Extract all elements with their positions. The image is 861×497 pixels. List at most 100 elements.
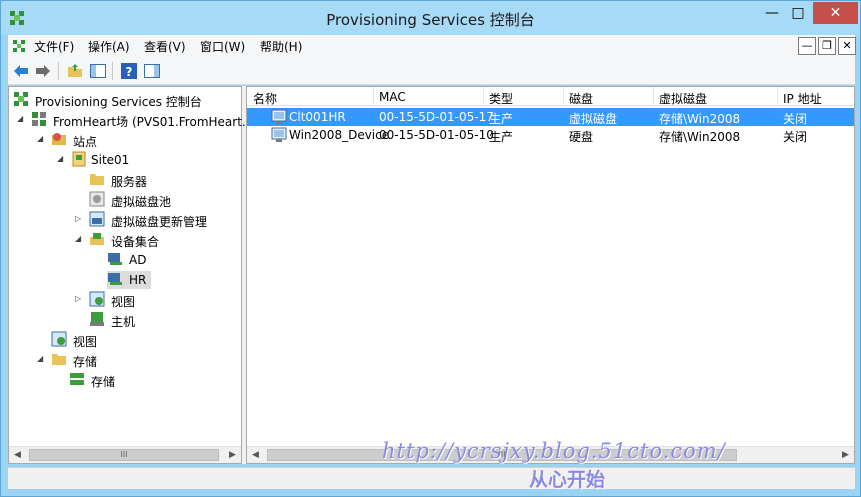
menu-action[interactable]: 操作(A): [88, 38, 130, 55]
target-device-icon: [271, 109, 287, 124]
menu-window[interactable]: 窗口(W): [200, 38, 245, 55]
table-row[interactable]: Clt001HR 00-15-5D-01-05-17 生产 虚拟磁盘 存储\Wi…: [247, 108, 854, 126]
servers-folder-icon: [90, 174, 104, 185]
hosts-icon: [90, 312, 104, 326]
tree-hosts[interactable]: 主机: [89, 311, 169, 329]
provisioning-services-icon: [14, 92, 28, 106]
tree-stores[interactable]: ◢ 存储: [37, 351, 137, 369]
scroll-left-icon[interactable]: ◀: [247, 447, 264, 463]
tree-root-label: Provisioning Services 控制台: [35, 95, 202, 109]
farm-icon: [32, 112, 46, 126]
tree-sites[interactable]: ◢ 站点: [37, 131, 237, 149]
doc-minimize-button[interactable]: —: [798, 37, 816, 55]
tree-site-views-label: 视图: [111, 295, 136, 309]
tree-device-collections-label: 设备集合: [111, 235, 160, 249]
tree-farm-views-label: 视图: [73, 335, 98, 349]
vdisk-pool-icon: [89, 191, 105, 207]
device-ip: 关闭: [783, 112, 808, 126]
device-vdisk: 存储\Win2008: [659, 130, 741, 144]
tree-store-label: 存储: [91, 375, 116, 389]
show-hide-tree-icon[interactable]: [89, 62, 107, 80]
device-disk: 硬盘: [569, 130, 594, 144]
device-name: Win2008_Device: [289, 128, 390, 142]
watermark-caption: 从心开始: [529, 469, 606, 491]
collapse-arrow-icon[interactable]: ◢: [17, 114, 27, 124]
column-header-vdisk[interactable]: 虚拟磁盘: [659, 90, 707, 107]
tree-device-collections[interactable]: ◢ 设备集合: [75, 231, 239, 249]
back-arrow-icon[interactable]: [12, 62, 30, 80]
tree-store[interactable]: 存储: [69, 371, 149, 389]
tree-horizontal-scrollbar[interactable]: ◀ III ▶: [9, 446, 241, 463]
doc-restore-button[interactable]: ❐: [818, 37, 836, 55]
action-pane-icon[interactable]: [143, 62, 161, 80]
tree-collection-ad[interactable]: AD: [107, 251, 167, 269]
status-bar: [8, 467, 855, 489]
column-divider[interactable]: [483, 87, 484, 106]
menu-file[interactable]: 文件(F): [34, 38, 74, 55]
tree-stores-label: 存储: [73, 355, 98, 369]
tree-site-views[interactable]: ▷ 视图: [75, 291, 155, 309]
expand-arrow-icon[interactable]: ▷: [75, 214, 85, 224]
collapse-arrow-icon[interactable]: ◢: [57, 154, 67, 164]
column-header-disk[interactable]: 磁盘: [569, 90, 593, 107]
collapse-arrow-icon[interactable]: ◢: [37, 354, 47, 364]
device-mac: 00-15-5D-01-05-17: [379, 110, 494, 124]
toolbar-separator: [58, 62, 59, 80]
column-header-type[interactable]: 类型: [489, 90, 513, 107]
tree-root[interactable]: Provisioning Services 控制台: [13, 91, 241, 109]
tree-sites-label: 站点: [73, 135, 98, 149]
tree-vdisk-pool[interactable]: 虚拟磁盘池: [89, 191, 239, 209]
menu-view[interactable]: 查看(V): [144, 38, 186, 55]
column-header-ip[interactable]: IP 地址: [783, 90, 822, 107]
site-icon: [72, 151, 86, 167]
tree-farm[interactable]: ◢ FromHeart场 (PVS01.FromHeart.: [17, 111, 246, 129]
device-type: 生产: [489, 130, 514, 144]
vdisk-update-icon: [89, 211, 105, 227]
help-icon[interactable]: ?: [120, 62, 138, 80]
views-icon: [89, 291, 105, 307]
maximize-button[interactable]: □: [785, 2, 811, 24]
scroll-right-icon[interactable]: ▶: [224, 447, 241, 463]
client-area: Provisioning Services 控制台 ◢ FromHeart场 (…: [8, 86, 855, 464]
column-header-mac[interactable]: MAC: [379, 90, 406, 104]
scroll-left-icon[interactable]: ◀: [9, 447, 26, 463]
up-folder-icon[interactable]: [66, 62, 84, 80]
close-button[interactable]: ✕: [813, 2, 858, 24]
column-divider[interactable]: [563, 87, 564, 106]
scroll-thumb[interactable]: III: [29, 449, 219, 461]
doc-close-button[interactable]: ✕: [838, 37, 856, 55]
tree-collection-hr[interactable]: HR: [107, 271, 151, 289]
tree-servers[interactable]: 服务器: [89, 171, 239, 189]
menu-bar: 文件(F) 操作(A) 查看(V) 窗口(W) 帮助(H) — ❐ ✕: [8, 35, 856, 57]
views-icon: [51, 331, 67, 347]
forward-arrow-icon[interactable]: [34, 62, 52, 80]
tree-farm-views[interactable]: 视图: [51, 331, 131, 349]
toolbar: ?: [8, 57, 855, 85]
device-collections-icon: [90, 233, 104, 245]
minimize-button[interactable]: —: [759, 2, 785, 24]
collapse-arrow-icon[interactable]: ◢: [75, 234, 85, 244]
details-list: 名称 MAC 类型 磁盘 虚拟磁盘 IP 地址 Clt001HR 00-15-5…: [246, 86, 855, 464]
tree-site01[interactable]: ◢ Site01: [57, 151, 237, 169]
column-header-name[interactable]: 名称: [253, 90, 277, 107]
column-divider[interactable]: [777, 87, 778, 106]
column-divider[interactable]: [653, 87, 654, 106]
tree-collection-hr-label: HR: [129, 273, 147, 287]
column-divider[interactable]: [373, 87, 374, 106]
console-doc-icon[interactable]: [11, 38, 27, 54]
console-tree: Provisioning Services 控制台 ◢ FromHeart场 (…: [8, 86, 246, 464]
device-mac: 00-15-5D-01-05-10: [379, 128, 494, 142]
device-type: 生产: [489, 112, 514, 126]
tree-vdisk-update[interactable]: ▷ 虚拟磁盘更新管理: [75, 211, 239, 229]
collapse-arrow-icon[interactable]: ◢: [37, 134, 47, 144]
table-row[interactable]: Win2008_Device 00-15-5D-01-05-10 生产 硬盘 存…: [247, 126, 854, 144]
tree-vdisk-pool-label: 虚拟磁盘池: [111, 195, 172, 209]
device-collection-icon: [108, 273, 122, 285]
store-icon: [70, 373, 84, 385]
tree-site01-label: Site01: [91, 153, 130, 167]
scroll-right-icon[interactable]: ▶: [837, 447, 854, 463]
menu-help[interactable]: 帮助(H): [260, 38, 302, 55]
expand-arrow-icon[interactable]: ▷: [75, 294, 85, 304]
title-bar[interactable]: Provisioning Services 控制台 — □ ✕: [1, 1, 860, 35]
sites-icon: [52, 133, 66, 145]
